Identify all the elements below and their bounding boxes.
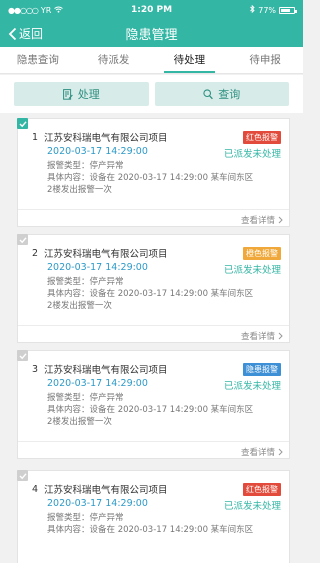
alarm-content-cont: 2楼发出报警一次 [47, 301, 112, 311]
battery-icon [279, 6, 298, 14]
battery-percent: 77% [258, 5, 277, 15]
process-button[interactable]: 处理 [14, 82, 149, 106]
alarm-content-cont: 2楼发出报警一次 [47, 417, 112, 427]
process-label: 处理 [77, 88, 100, 101]
search-icon [203, 88, 214, 99]
check-icon [19, 472, 27, 479]
view-detail-link[interactable]: 查看详情 [241, 214, 283, 226]
check-icon [19, 352, 27, 359]
view-detail-label: 查看详情 [240, 332, 275, 342]
card-checkbox[interactable] [17, 470, 28, 481]
alarm-time: 2020-03-17 14:29:00 [47, 378, 148, 389]
alarm-type: 报警类型：停产异常 [47, 513, 124, 523]
alarm-content-cont: 2楼发出报警一次 [47, 185, 112, 195]
back-button[interactable]: 返回 [8, 20, 43, 47]
back-label: 返回 [19, 27, 44, 41]
status-label: 已派发未处理 [223, 381, 281, 392]
card-index: 3 [32, 363, 39, 375]
alarm-content: 具体内容：设备在 2020-03-17 14:29:00 某车间东区 [47, 525, 254, 535]
view-detail-link[interactable]: 查看详情 [241, 446, 283, 458]
alarm-content: 具体内容：设备在 2020-03-17 14:29:00 某车间东区 [47, 289, 254, 299]
status-label: 已派发未处理 [223, 501, 281, 512]
alarm-card[interactable]: 3 江苏安科瑞电气有限公司项目 隐患报警 2020-03-17 14:29:00… [17, 350, 290, 459]
view-detail-link[interactable]: 查看详情 [241, 330, 283, 342]
project-name: 江苏安科瑞电气有限公司项目 [44, 249, 168, 260]
alarm-time: 2020-03-17 14:29:00 [47, 262, 148, 273]
alarm-time: 2020-03-17 14:29:00 [47, 498, 148, 509]
status-label: 已派发未处理 [223, 149, 281, 160]
alarm-type: 报警类型：停产异常 [47, 277, 124, 287]
card-checkbox[interactable] [17, 350, 28, 361]
tab-pending-dispatch[interactable]: 待派发 [76, 47, 152, 73]
card-checkbox[interactable] [17, 234, 28, 245]
bluetooth-icon [250, 4, 255, 15]
card-index: 2 [32, 247, 39, 259]
alarm-level-badge: 红色报警 [243, 130, 281, 144]
check-icon [19, 236, 27, 243]
alarm-content: 具体内容：设备在 2020-03-17 14:29:00 某车间东区 [47, 173, 254, 183]
nav-bar: 返回 隐患管理 [0, 20, 303, 47]
signal-icon: ●●○○○ [8, 5, 39, 15]
status-time: 1:20 PM [130, 5, 173, 15]
chevron-right-icon [278, 332, 283, 340]
card-index: 4 [32, 483, 39, 495]
card-index: 1 [32, 131, 39, 143]
card-checkbox[interactable] [17, 118, 28, 129]
alarm-type: 报警类型：停产异常 [47, 393, 124, 403]
alarm-level-badge: 橙色报警 [243, 246, 281, 260]
divider [18, 441, 289, 442]
project-name: 江苏安科瑞电气有限公司项目 [44, 133, 168, 144]
alarm-type: 报警类型：停产异常 [47, 161, 124, 171]
alarm-card[interactable]: 1 江苏安科瑞电气有限公司项目 红色报警 2020-03-17 14:29:00… [17, 118, 290, 227]
query-label: 查询 [218, 88, 241, 101]
carrier-label: YR [40, 5, 52, 15]
alarm-card[interactable]: 2 江苏安科瑞电气有限公司项目 橙色报警 2020-03-17 14:29:00… [17, 234, 290, 343]
tab-query[interactable]: 隐患查询 [0, 47, 76, 73]
alarm-content: 具体内容：设备在 2020-03-17 14:29:00 某车间东区 [47, 405, 254, 415]
alarm-level-badge: 隐患报警 [243, 362, 281, 376]
chevron-right-icon [278, 448, 283, 456]
tab-bar: 隐患查询 待派发 待处理 待申报 [0, 47, 303, 74]
project-name: 江苏安科瑞电气有限公司项目 [44, 485, 168, 496]
alarm-level-badge: 红色报警 [243, 482, 281, 496]
alarm-time: 2020-03-17 14:29:00 [47, 146, 148, 157]
status-bar: ●●○○○ YR 1:20 PM 77% [0, 0, 303, 20]
project-name: 江苏安科瑞电气有限公司项目 [44, 365, 168, 376]
edit-document-icon [62, 88, 73, 100]
check-icon [19, 120, 27, 127]
divider [18, 209, 289, 210]
alarm-card[interactable]: 4 江苏安科瑞电气有限公司项目 红色报警 2020-03-17 14:29:00… [17, 470, 290, 563]
tab-pending-process[interactable]: 待处理 [152, 47, 228, 73]
chevron-right-icon [278, 216, 283, 224]
status-label: 已派发未处理 [223, 265, 281, 276]
query-button[interactable]: 查询 [154, 82, 289, 106]
page-title: 隐患管理 [125, 28, 178, 43]
wifi-icon [54, 6, 64, 15]
view-detail-label: 查看详情 [240, 216, 275, 226]
chevron-left-icon [8, 27, 17, 40]
view-detail-label: 查看详情 [240, 448, 275, 458]
divider [18, 325, 289, 326]
action-bar: 处理 查询 [0, 75, 303, 113]
tab-pending-report[interactable]: 待申报 [227, 47, 303, 73]
